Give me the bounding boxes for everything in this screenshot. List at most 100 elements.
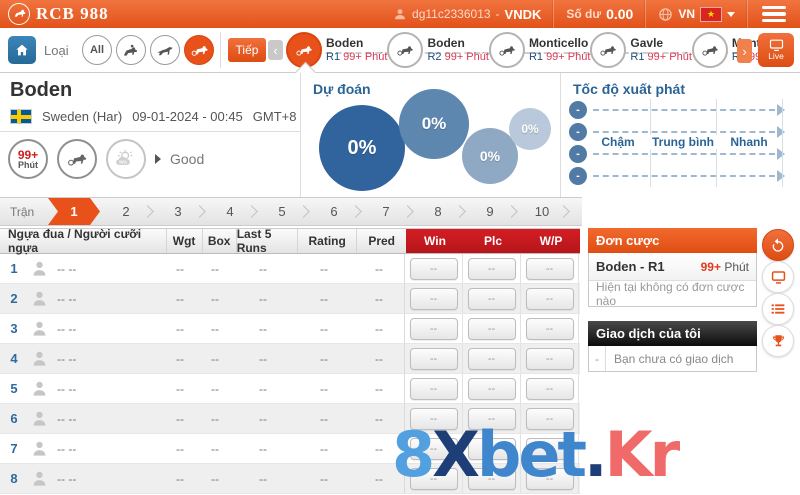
win-odds-button[interactable]: -- <box>409 317 458 340</box>
race-item-name: Monticello <box>528 35 589 50</box>
runner-pred: -- <box>375 261 383 276</box>
race-number-tab[interactable]: 6 <box>308 198 360 225</box>
win-odds-button[interactable]: -- <box>409 347 458 370</box>
plc-odds-button[interactable]: -- <box>467 347 516 370</box>
win-odds-button[interactable]: -- <box>409 377 458 400</box>
betslip-race-row[interactable]: Boden - R1 99+ Phút <box>589 253 756 281</box>
header-controls: dg11c2336013 - VNDK Số dư 0.00 VN ★ <box>381 0 800 28</box>
refresh-button[interactable] <box>762 229 794 261</box>
race-number-tab[interactable]: 9 <box>464 198 516 225</box>
runner-row: 7 -- -- -- -- -- -- -- -- -- -- <box>0 434 580 464</box>
start-speed-track <box>593 131 775 133</box>
odds-cell-plc: -- <box>463 434 521 463</box>
filter-harness-button[interactable] <box>184 35 214 65</box>
brand-logo[interactable]: RCB 988 <box>0 3 109 25</box>
race-number-tab[interactable]: 10 <box>516 198 568 225</box>
race-number-tab[interactable]: 8 <box>412 198 464 225</box>
wp-odds-button[interactable]: -- <box>525 407 574 430</box>
race-carousel-item[interactable]: Boden R2 99+ Phút <box>387 28 489 72</box>
runner-pred: -- <box>375 351 383 366</box>
odds-cell-plc: -- <box>463 284 521 313</box>
race-number-tab[interactable]: 4 <box>204 198 256 225</box>
runner-row: 1 -- -- -- -- -- -- -- -- -- -- <box>0 254 580 284</box>
start-speed-row: - <box>569 101 793 119</box>
plc-odds-button[interactable]: -- <box>467 257 516 280</box>
runner-cell: 6 -- -- <box>0 409 162 428</box>
race-carousel-item[interactable]: Monticello R1 99+ Phút <box>488 28 590 72</box>
race-type-label: Loại <box>44 43 69 58</box>
user-account[interactable]: dg11c2336013 - VNDK <box>381 0 553 28</box>
plc-odds-button[interactable]: -- <box>467 377 516 400</box>
home-button[interactable] <box>8 36 36 64</box>
runner-name: -- -- <box>57 321 77 336</box>
plc-odds-button[interactable]: -- <box>467 467 516 490</box>
odds-cell-win: -- <box>405 284 463 313</box>
race-number-tab[interactable]: 3 <box>152 198 204 225</box>
wp-odds-button[interactable]: -- <box>525 287 574 310</box>
plc-odds-button[interactable]: -- <box>467 407 516 430</box>
plc-odds-button[interactable]: -- <box>467 317 516 340</box>
prediction-bubble: 0% <box>399 89 469 159</box>
win-odds-button[interactable]: -- <box>409 407 458 430</box>
menu-button[interactable] <box>748 5 800 23</box>
runner-pred: -- <box>375 441 383 456</box>
race-number-tab[interactable]: 7 <box>360 198 412 225</box>
arrow-right-icon <box>777 148 785 160</box>
plc-odds-button[interactable]: -- <box>467 287 516 310</box>
filter-greyhound-button[interactable] <box>150 35 180 65</box>
carousel-prev-button[interactable]: ‹ <box>268 40 283 60</box>
race-number-tab[interactable]: 1 <box>48 198 100 225</box>
results-list-button[interactable] <box>762 293 794 325</box>
betslip-empty-message: Hiện tại không có đơn cược nào <box>596 279 745 308</box>
runner-last5: -- <box>259 411 267 426</box>
start-speed-track <box>593 175 775 177</box>
wp-odds-button[interactable]: -- <box>525 467 574 490</box>
odds-cells: -- -- -- <box>404 404 579 433</box>
live-button[interactable]: Live <box>758 33 794 67</box>
plc-odds-button[interactable]: -- <box>467 437 516 460</box>
speed-label-fast: Nhanh <box>726 135 772 149</box>
start-speed-section: Tốc độ xuất phát - - - - Chậm Trung bình… <box>560 73 800 198</box>
race-number-tab[interactable]: 5 <box>256 198 308 225</box>
jockey-silhouette-icon <box>30 469 49 488</box>
weather-badge: N/A <box>106 139 146 179</box>
win-odds-button[interactable]: -- <box>409 437 458 460</box>
runner-last5: -- <box>259 261 267 276</box>
race-number-tab[interactable]: 2 <box>100 198 152 225</box>
carousel-next-button[interactable]: › <box>737 39 752 63</box>
transactions-empty-message: Bạn chưa có giao dịch <box>614 351 734 366</box>
wp-odds-button[interactable]: -- <box>525 347 574 370</box>
harness-racing-icon <box>488 32 525 68</box>
watermark-part: . <box>584 418 608 491</box>
column-wp: W/P <box>539 234 563 248</box>
odds-cell-wp: -- <box>521 374 579 403</box>
language-selector[interactable]: VN ★ <box>646 0 747 28</box>
runner-pred: -- <box>375 291 383 306</box>
leaderboard-button[interactable] <box>762 325 794 357</box>
live-tv-button[interactable] <box>762 261 794 293</box>
odds-cell-wp: -- <box>521 464 579 493</box>
race-item-countdown: 99+ Phút <box>444 50 489 63</box>
balance: Số dư 0.00 <box>554 0 645 28</box>
runner-number: 3 <box>10 321 18 336</box>
race-number-tab-label: 10 <box>534 204 550 219</box>
race-carousel-item[interactable]: Gavle R1 99+ Phút <box>590 28 692 72</box>
odds-cell-wp: -- <box>521 434 579 463</box>
odds-cell-wp: -- <box>521 314 579 343</box>
win-odds-button[interactable]: -- <box>409 257 458 280</box>
wp-odds-button[interactable]: -- <box>525 377 574 400</box>
runner-last5: -- <box>259 291 267 306</box>
win-odds-button[interactable]: -- <box>409 287 458 310</box>
wp-odds-button[interactable]: -- <box>525 257 574 280</box>
refresh-icon <box>772 238 784 252</box>
odds-cell-wp: -- <box>521 284 579 313</box>
filter-horse-racing-button[interactable] <box>116 35 146 65</box>
filter-all-button[interactable]: All <box>82 35 112 65</box>
wp-odds-button[interactable]: -- <box>525 437 574 460</box>
runner-number: 2 <box>10 291 18 306</box>
wp-odds-button[interactable]: -- <box>525 317 574 340</box>
win-odds-button[interactable]: -- <box>409 467 458 490</box>
odds-header: Win Plc W/P <box>406 229 580 253</box>
next-races-button[interactable]: Tiếp <box>228 38 266 62</box>
runner-box: -- <box>211 291 219 306</box>
